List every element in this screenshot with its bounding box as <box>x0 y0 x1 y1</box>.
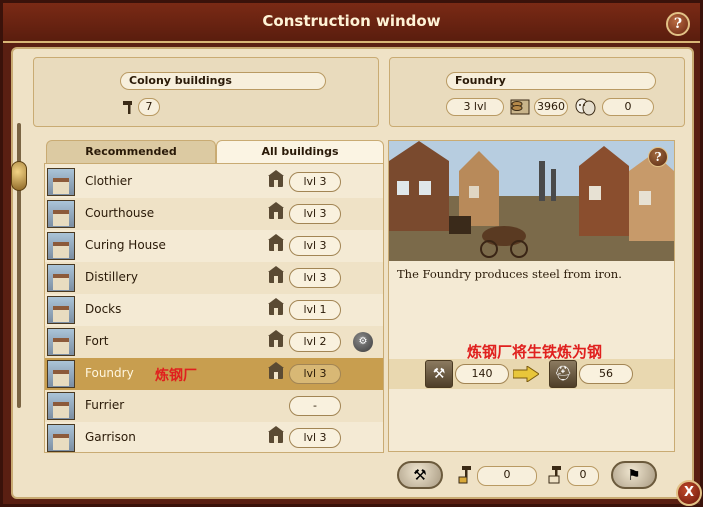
house-icon <box>268 330 284 347</box>
footer-value-a: 0 <box>477 466 537 486</box>
close-button[interactable]: X <box>676 480 702 506</box>
building-list: Clothier lvl 3 Courthouse lvl 3 Curing H… <box>44 163 384 453</box>
list-scroll-thumb[interactable] <box>11 161 27 191</box>
military-unit-icon: ⚙ <box>353 332 373 352</box>
list-item[interactable]: Garrison lvl 3 <box>45 422 383 454</box>
build-button[interactable]: ⚒ <box>397 461 443 489</box>
building-thumbnail <box>47 360 75 388</box>
footer-value-b: 0 <box>567 466 599 486</box>
building-thumbnail <box>47 328 75 356</box>
building-name: Fort <box>85 334 109 348</box>
building-level: lvl 2 <box>289 332 341 352</box>
output-amount: 56 <box>579 364 633 384</box>
annotation-row-text: 炼钢厂 <box>155 368 197 384</box>
building-level: lvl 3 <box>289 204 341 224</box>
house-icon <box>268 202 284 219</box>
list-item[interactable]: Distillery lvl 3 <box>45 262 383 294</box>
construction-window: Construction window ? Colony buildings 7… <box>0 0 703 507</box>
tab-all-buildings[interactable]: All buildings <box>216 140 384 164</box>
list-item[interactable]: Curing House lvl 3 <box>45 230 383 262</box>
list-item[interactable]: Clothier lvl 3 <box>45 166 383 198</box>
detail-help-button[interactable]: ? <box>648 147 668 167</box>
list-item[interactable]: Courthouse lvl 3 <box>45 198 383 230</box>
building-name: Docks <box>85 302 122 316</box>
iron-anvil-icon: ⚒ <box>425 360 453 388</box>
list-item[interactable]: Docks lvl 1 <box>45 294 383 326</box>
building-name: Furrier <box>85 398 125 412</box>
building-thumbnail <box>47 264 75 292</box>
selected-cost: 3960 <box>534 98 568 116</box>
building-thumbnail <box>47 392 75 420</box>
building-thumbnail <box>47 232 75 260</box>
house-icon <box>268 426 284 443</box>
building-level: lvl 3 <box>289 268 341 288</box>
building-thumbnail <box>47 200 75 228</box>
colony-header: Colony buildings 7 <box>33 57 379 127</box>
building-level: lvl 3 <box>289 364 341 384</box>
house-icon <box>268 266 284 283</box>
theatre-masks-icon <box>572 94 598 120</box>
building-name: Foundry <box>85 366 134 380</box>
building-thumbnail <box>47 168 75 196</box>
building-level: - <box>289 396 341 416</box>
building-thumbnail <box>47 424 75 452</box>
list-item[interactable]: Furrier - <box>45 390 383 422</box>
production-row: ⚒ 140 ⛑ 56 <box>389 359 674 389</box>
window-title: Construction window <box>262 12 441 30</box>
building-detail-panel: ? The Foundry produces steel from iron. … <box>388 140 675 452</box>
list-item[interactable]: Fort lvl 2 ⚙ <box>45 326 383 358</box>
building-thumbnail <box>47 296 75 324</box>
building-level: lvl 3 <box>289 236 341 256</box>
tools-icon <box>455 463 477 485</box>
foundry-illustration <box>389 141 674 261</box>
building-level: lvl 1 <box>289 300 341 320</box>
hammer-icon <box>120 98 138 116</box>
list-item-selected[interactable]: Foundry 炼钢厂 lvl 3 <box>45 358 383 390</box>
selected-header: Foundry 3 lvl 3960 0 <box>389 57 685 127</box>
building-name: Clothier <box>85 174 133 188</box>
help-button[interactable]: ? <box>666 12 690 36</box>
input-amount: 140 <box>455 364 509 384</box>
colony-buildings-count: 7 <box>138 98 160 116</box>
building-level: lvl 3 <box>289 172 341 192</box>
building-description: The Foundry produces steel from iron. <box>397 267 622 281</box>
building-level: lvl 3 <box>289 428 341 448</box>
tab-recommended[interactable]: Recommended <box>46 140 216 164</box>
construction-plan-icon <box>545 463 567 485</box>
house-icon <box>268 170 284 187</box>
arrow-right-icon <box>512 365 540 383</box>
selected-level: 3 lvl <box>446 98 504 116</box>
building-name: Distillery <box>85 270 138 284</box>
selected-building-label: Foundry <box>446 72 656 90</box>
selected-culture: 0 <box>602 98 654 116</box>
building-name: Garrison <box>85 430 136 444</box>
coins-icon <box>508 94 534 120</box>
demolish-button[interactable]: ⚑ <box>611 461 657 489</box>
building-name: Curing House <box>85 238 166 252</box>
title-bar: Construction window ? <box>3 3 700 43</box>
building-name: Courthouse <box>85 206 155 220</box>
tab-bar: Recommended All buildings <box>46 140 384 164</box>
colony-buildings-label: Colony buildings <box>120 72 326 90</box>
house-icon <box>268 298 284 315</box>
steel-helmet-icon: ⛑ <box>549 360 577 388</box>
house-icon <box>268 234 284 251</box>
house-icon <box>268 362 284 379</box>
